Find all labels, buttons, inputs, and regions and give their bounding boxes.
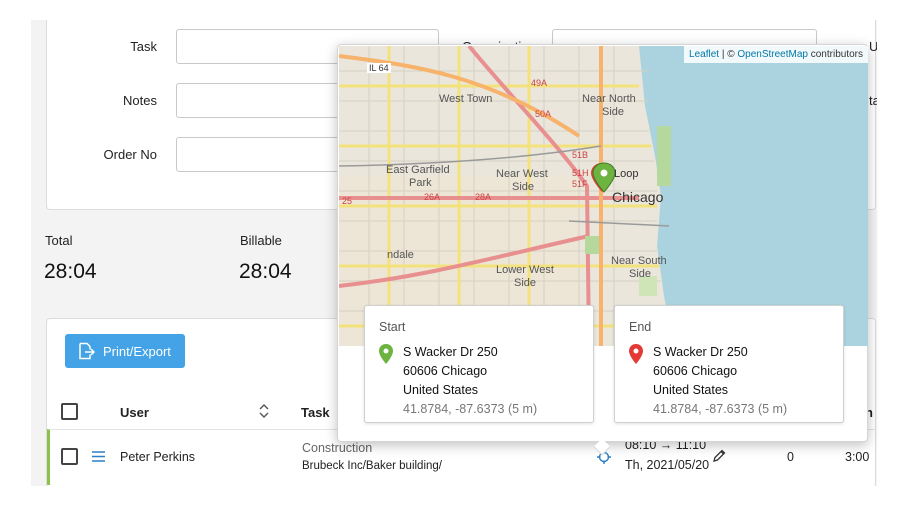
map-label-neighborhood: ndale <box>387 249 414 261</box>
total-label: Total <box>45 233 73 248</box>
map-label-neighborhood: Side <box>629 268 652 280</box>
map-label-exit: 28A <box>475 192 492 202</box>
start-city: 60606 Chicago <box>403 364 488 378</box>
attribution-separator: | © <box>719 49 738 60</box>
row-count: 0 <box>787 450 794 464</box>
openstreetmap-link[interactable]: OpenStreetMap <box>737 49 808 60</box>
menu-icon[interactable] <box>92 451 105 462</box>
filter-label-fragment: ta <box>869 93 877 108</box>
billable-value: 28:04 <box>239 260 292 283</box>
print-export-label: Print/Export <box>103 343 171 359</box>
edit-pencil-icon[interactable] <box>712 449 726 463</box>
billable-label: Billable <box>240 233 282 248</box>
green-pin-icon <box>379 344 393 364</box>
total-value: 28:04 <box>44 260 97 283</box>
red-pin-icon <box>629 344 643 364</box>
row-duration: 3:00 <box>845 450 870 464</box>
street-map-tiles <box>339 46 868 346</box>
row-user: Peter Perkins <box>120 450 196 464</box>
sort-icon[interactable] <box>259 404 269 418</box>
location-map-popup: IL 64 West Town Near North Side East Gar… <box>337 44 868 456</box>
map-label-exit: 51B <box>572 150 589 160</box>
map-attribution: Leaflet | © OpenStreetMap contributors <box>684 46 868 63</box>
row-date: Th, 2021/05/20 <box>625 458 710 472</box>
order-no-label: Order No <box>103 147 157 162</box>
row-checkbox[interactable] <box>61 448 78 465</box>
column-header-user[interactable]: User <box>120 405 149 420</box>
attribution-tail: contributors <box>807 49 863 60</box>
map-label-neighborhood: Near West <box>496 168 548 180</box>
column-header-task[interactable]: Task <box>301 405 330 420</box>
start-coordinates: 41.8784, -87.6373 (5 m) <box>403 402 538 416</box>
end-street: S Wacker Dr 250 <box>653 345 748 359</box>
map-view[interactable]: IL 64 West Town Near North Side East Gar… <box>339 46 868 346</box>
map-label-neighborhood: Lower West <box>496 264 554 276</box>
end-city: 60606 Chicago <box>653 364 738 378</box>
map-label-exit: 51H <box>572 168 589 178</box>
row-task-detail: Brubeck Inc/Baker building/ <box>302 460 442 472</box>
map-label-neighborhood: Park <box>409 177 432 189</box>
end-location-card: End S Wacker Dr 250 60606 Chicago United… <box>614 305 844 423</box>
map-label-neighborhood: East Garfield <box>386 164 450 176</box>
map-label-city: Chicago <box>612 189 664 205</box>
start-street: S Wacker Dr 250 <box>403 345 498 359</box>
map-label-neighborhood: Loop <box>614 168 639 180</box>
row-task-name: Construction <box>302 441 373 455</box>
leaflet-link[interactable]: Leaflet <box>689 49 719 60</box>
select-all-checkbox[interactable] <box>61 403 78 420</box>
map-label-route: IL 64 <box>367 63 391 73</box>
start-location-card: Start S Wacker Dr 250 60606 Chicago Unit… <box>364 305 594 423</box>
map-label-exit: 49A <box>531 78 548 88</box>
map-label-neighborhood: Near South <box>611 255 667 267</box>
map-label-exit: 26A <box>424 192 441 202</box>
map-label-exit: 51F <box>572 179 588 189</box>
end-coordinates: 41.8784, -87.6373 (5 m) <box>653 402 788 416</box>
map-label-exit: 50A <box>535 109 552 119</box>
map-label-neighborhood: Near North <box>582 93 636 105</box>
map-label-neighborhood: Side <box>602 106 625 118</box>
map-label-neighborhood: West Town <box>439 93 493 105</box>
filter-label-fragment: U <box>869 39 877 54</box>
export-icon <box>79 342 95 360</box>
task-label: Task <box>130 39 157 54</box>
map-label-neighborhood: Side <box>512 181 535 193</box>
print-export-button[interactable]: Print/Export <box>65 334 185 368</box>
map-label-exit: 25 <box>342 196 353 206</box>
end-title: End <box>629 320 652 334</box>
start-title: Start <box>379 320 406 334</box>
map-label-neighborhood: Side <box>514 277 537 289</box>
start-country: United States <box>403 383 479 397</box>
notes-label: Notes <box>123 93 157 108</box>
end-country: United States <box>653 383 729 397</box>
